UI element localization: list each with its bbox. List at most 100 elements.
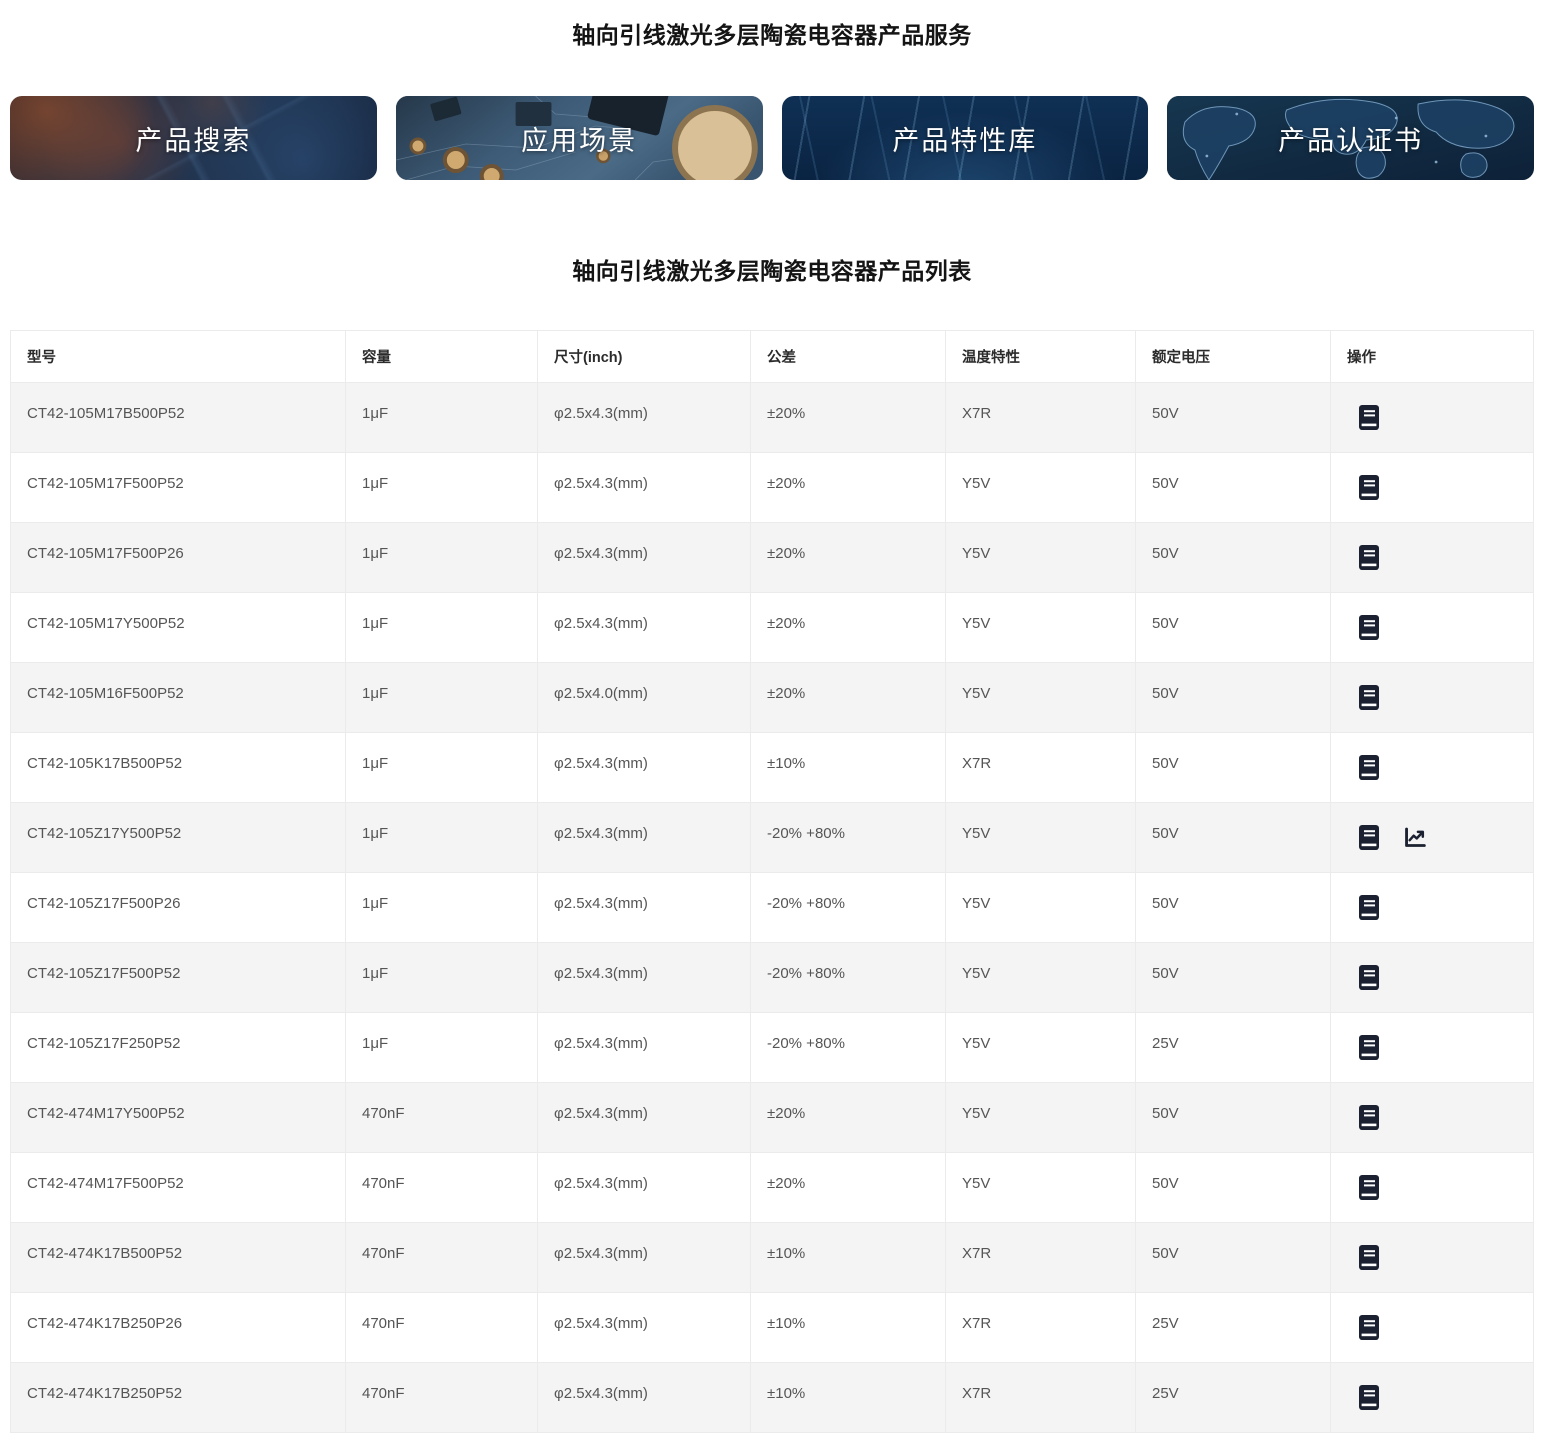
cell-size: φ2.5x4.0(mm): [538, 663, 751, 733]
spec-book-icon[interactable]: [1357, 754, 1381, 781]
table-row: CT42-105Z17Y500P521μFφ2.5x4.3(mm)-20% +8…: [11, 803, 1534, 873]
actions-cell: [1331, 733, 1534, 803]
cell-tolerance: ±20%: [751, 593, 946, 663]
spec-book-icon[interactable]: [1357, 474, 1381, 501]
spec-book-icon[interactable]: [1357, 1244, 1381, 1271]
table-row: CT42-474K17B250P26470nFφ2.5x4.3(mm)±10%X…: [11, 1293, 1534, 1363]
cell-model: CT42-105Z17Y500P52: [11, 803, 346, 873]
table-row: CT42-105M17B500P521μFφ2.5x4.3(mm)±20%X7R…: [11, 383, 1534, 453]
cell-capacity: 470nF: [346, 1293, 538, 1363]
cell-temp: Y5V: [946, 943, 1136, 1013]
nav-item-application-scene[interactable]: 应用场景: [396, 96, 763, 180]
spec-book-icon[interactable]: [1357, 964, 1381, 991]
spec-book-icon[interactable]: [1357, 614, 1381, 641]
cell-capacity: 1μF: [346, 873, 538, 943]
spec-book-icon[interactable]: [1357, 404, 1381, 431]
cell-size: φ2.5x4.3(mm): [538, 943, 751, 1013]
actions-cell: [1331, 453, 1534, 523]
table-row: CT42-105M16F500P521μFφ2.5x4.0(mm)±20%Y5V…: [11, 663, 1534, 733]
cell-voltage: 25V: [1136, 1363, 1331, 1433]
cell-model: CT42-105Z17F500P26: [11, 873, 346, 943]
column-header-actions: 操作: [1331, 331, 1534, 383]
cell-voltage: 50V: [1136, 383, 1331, 453]
cell-size: φ2.5x4.3(mm): [538, 1223, 751, 1293]
actions-cell: [1331, 1013, 1534, 1083]
actions-cell: [1331, 1083, 1534, 1153]
cell-voltage: 50V: [1136, 593, 1331, 663]
spec-book-icon[interactable]: [1357, 1034, 1381, 1061]
spec-book-icon[interactable]: [1357, 1104, 1381, 1131]
spec-book-icon[interactable]: [1357, 544, 1381, 571]
table-row: CT42-474M17Y500P52470nFφ2.5x4.3(mm)±20%Y…: [11, 1083, 1534, 1153]
table-row: CT42-105Z17F500P521μFφ2.5x4.3(mm)-20% +8…: [11, 943, 1534, 1013]
cell-temp: Y5V: [946, 1013, 1136, 1083]
cell-voltage: 25V: [1136, 1293, 1331, 1363]
spec-book-icon[interactable]: [1357, 894, 1381, 921]
nav-item-product-search[interactable]: 产品搜索: [10, 96, 377, 180]
actions-cell: [1331, 523, 1534, 593]
cell-voltage: 50V: [1136, 1083, 1331, 1153]
cell-tolerance: ±20%: [751, 663, 946, 733]
cell-capacity: 1μF: [346, 1013, 538, 1083]
cell-temp: X7R: [946, 1223, 1136, 1293]
cell-temp: Y5V: [946, 523, 1136, 593]
spec-book-icon[interactable]: [1357, 684, 1381, 711]
cell-temp: Y5V: [946, 663, 1136, 733]
table-row: CT42-105Z17F250P521μFφ2.5x4.3(mm)-20% +8…: [11, 1013, 1534, 1083]
column-header-capacity: 容量: [346, 331, 538, 383]
column-header-tolerance: 公差: [751, 331, 946, 383]
nav-item-label: 产品搜索: [135, 119, 251, 158]
cell-capacity: 1μF: [346, 733, 538, 803]
cell-tolerance: ±10%: [751, 733, 946, 803]
table-row: CT42-105K17B500P521μFφ2.5x4.3(mm)±10%X7R…: [11, 733, 1534, 803]
spec-book-icon[interactable]: [1357, 824, 1381, 851]
cell-voltage: 50V: [1136, 663, 1331, 733]
cell-size: φ2.5x4.3(mm): [538, 873, 751, 943]
cell-tolerance: -20% +80%: [751, 1013, 946, 1083]
product-table-container: 型号容量尺寸(inch)公差温度特性额定电压操作 CT42-105M17B500…: [0, 330, 1544, 1445]
cell-capacity: 470nF: [346, 1363, 538, 1433]
cell-temp: Y5V: [946, 1083, 1136, 1153]
cell-tolerance: ±10%: [751, 1363, 946, 1433]
cell-capacity: 1μF: [346, 943, 538, 1013]
page: 轴向引线激光多层陶瓷电容器产品服务 产品搜索: [0, 16, 1544, 1445]
cell-temp: Y5V: [946, 1153, 1136, 1223]
cell-capacity: 1μF: [346, 383, 538, 453]
cell-tolerance: -20% +80%: [751, 873, 946, 943]
nav-item-label: 产品特性库: [892, 119, 1037, 158]
cell-model: CT42-474M17Y500P52: [11, 1083, 346, 1153]
actions-cell: [1331, 383, 1534, 453]
actions-cell: [1331, 943, 1534, 1013]
cell-tolerance: ±20%: [751, 1083, 946, 1153]
actions-cell: [1331, 1293, 1534, 1363]
actions-cell: [1331, 663, 1534, 733]
spec-book-icon[interactable]: [1357, 1384, 1381, 1411]
page-title: 轴向引线激光多层陶瓷电容器产品服务: [0, 16, 1544, 50]
column-header-voltage: 额定电压: [1136, 331, 1331, 383]
spec-book-icon[interactable]: [1357, 1174, 1381, 1201]
nav-banner-row: 产品搜索: [0, 96, 1544, 180]
cell-voltage: 50V: [1136, 523, 1331, 593]
spec-book-icon[interactable]: [1357, 1314, 1381, 1341]
cell-model: CT42-474K17B500P52: [11, 1223, 346, 1293]
cell-model: CT42-105M17B500P52: [11, 383, 346, 453]
cell-voltage: 50V: [1136, 1153, 1331, 1223]
column-header-model: 型号: [11, 331, 346, 383]
cell-tolerance: ±10%: [751, 1293, 946, 1363]
cell-size: φ2.5x4.3(mm): [538, 1013, 751, 1083]
cell-capacity: 1μF: [346, 453, 538, 523]
cell-model: CT42-105Z17F250P52: [11, 1013, 346, 1083]
nav-item-feature-library[interactable]: 产品特性库: [782, 96, 1149, 180]
table-header-row: 型号容量尺寸(inch)公差温度特性额定电压操作: [11, 331, 1534, 383]
cell-model: CT42-474K17B250P26: [11, 1293, 346, 1363]
cell-size: φ2.5x4.3(mm): [538, 523, 751, 593]
cell-temp: X7R: [946, 1363, 1136, 1433]
trend-chart-icon[interactable]: [1403, 824, 1427, 851]
nav-item-certificates[interactable]: 产品认证书: [1167, 96, 1534, 180]
cell-capacity: 470nF: [346, 1153, 538, 1223]
table-row: CT42-105M17F500P521μFφ2.5x4.3(mm)±20%Y5V…: [11, 453, 1534, 523]
section-title: 轴向引线激光多层陶瓷电容器产品列表: [0, 252, 1544, 286]
cell-model: CT42-105M17Y500P52: [11, 593, 346, 663]
cell-size: φ2.5x4.3(mm): [538, 1083, 751, 1153]
table-row: CT42-105M17F500P261μFφ2.5x4.3(mm)±20%Y5V…: [11, 523, 1534, 593]
